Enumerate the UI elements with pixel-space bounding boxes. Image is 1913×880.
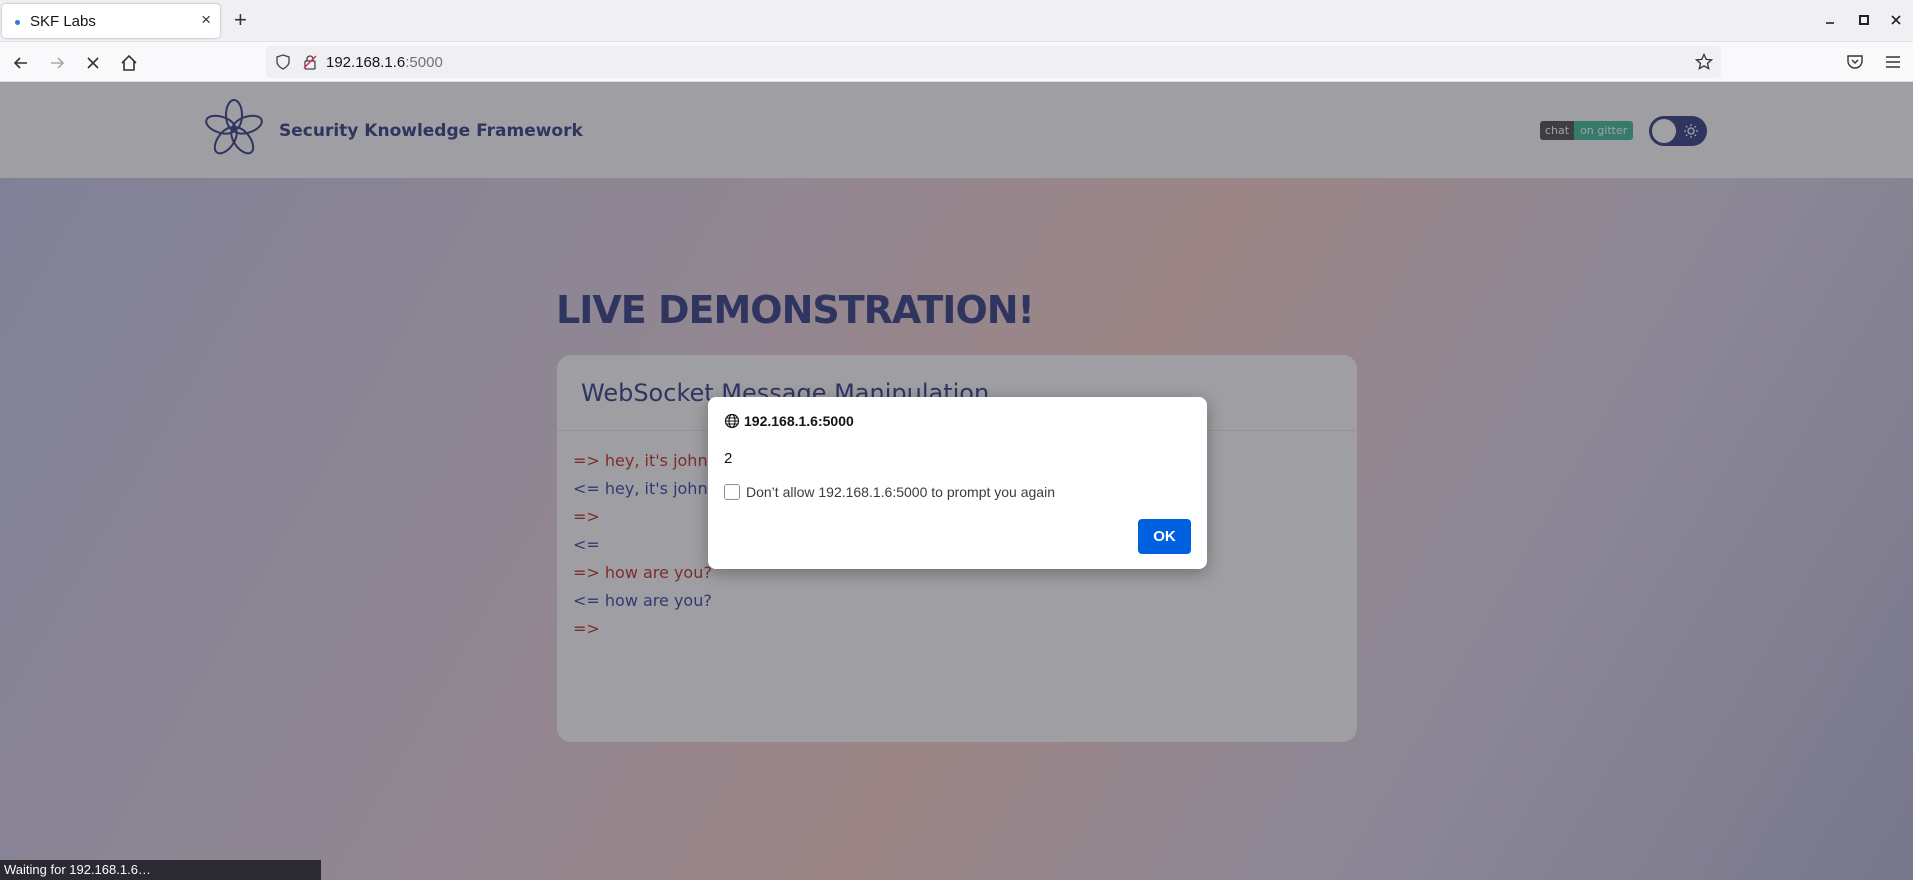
dont-allow-prompt-checkbox[interactable]: [724, 484, 740, 500]
maximize-icon[interactable]: [1854, 10, 1874, 30]
url-bar[interactable]: 192.168.1.6:5000: [266, 46, 1721, 78]
close-tab-icon[interactable]: ×: [201, 10, 211, 30]
tab-bar: SKF Labs × +: [0, 0, 1913, 42]
url-text[interactable]: 192.168.1.6:5000: [326, 54, 443, 71]
shield-icon[interactable]: [275, 54, 291, 70]
dialog-message: 2: [724, 450, 733, 467]
back-arrow-icon[interactable]: [10, 52, 32, 74]
tab-title: SKF Labs: [30, 13, 96, 30]
stop-loading-icon[interactable]: [82, 52, 104, 74]
minimize-icon[interactable]: [1820, 10, 1840, 30]
navigation-bar: 192.168.1.6:5000: [0, 42, 1913, 82]
pocket-icon[interactable]: [1846, 53, 1864, 71]
home-icon[interactable]: [118, 52, 140, 74]
hamburger-menu-icon[interactable]: [1884, 53, 1902, 71]
new-tab-icon[interactable]: +: [234, 8, 247, 32]
tab-skf-labs[interactable]: SKF Labs ×: [2, 4, 220, 38]
ok-button[interactable]: OK: [1138, 519, 1191, 554]
close-window-icon[interactable]: [1886, 10, 1906, 30]
loading-favicon-icon: [15, 20, 20, 25]
dont-allow-prompt-label[interactable]: Don’t allow 192.168.1.6:5000 to prompt y…: [746, 484, 1055, 500]
bookmark-star-icon[interactable]: [1695, 53, 1713, 71]
dialog-origin: 192.168.1.6:5000: [744, 413, 854, 429]
forward-arrow-icon[interactable]: [46, 52, 68, 74]
insecure-lock-icon[interactable]: [302, 54, 318, 70]
status-bar: Waiting for 192.168.1.6…: [0, 860, 321, 880]
alert-dialog: 192.168.1.6:5000 2 Don’t allow 192.168.1…: [708, 397, 1207, 569]
globe-icon: [724, 413, 740, 429]
